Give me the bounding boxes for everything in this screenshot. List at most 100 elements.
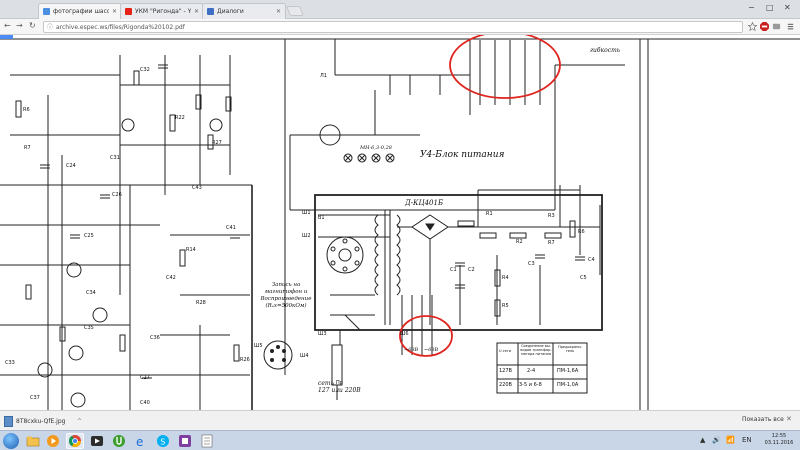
component-label: С2 [468,267,475,273]
clock-time: 12:55 [771,433,787,439]
component-label: В1 [318,215,325,221]
tray-overflow-icon[interactable]: ▲ [700,436,705,444]
component-label: С35 [84,325,94,331]
component-label: С3 [528,261,535,267]
torrent-taskbar-icon[interactable] [110,433,128,449]
browser-toolbar: ← → ↻ ⓘ archive.espec.ws/files/Rigonda%2… [0,19,800,35]
table-cell: 220В [499,382,512,388]
explorer-browser-taskbar-icon[interactable]: e [132,433,150,449]
component-label: Пр [336,380,343,386]
component-label: С31 [110,155,120,161]
component-label: R28 [196,300,206,306]
voltage-right: ~63В [424,347,439,353]
pdf-viewer[interactable]: У4-Блок питания Д-КЦ401Б МН-6,3-0,28 гиб… [0,35,800,410]
start-button[interactable] [3,433,19,449]
page-info-icon: ⓘ [47,24,54,31]
component-label: C24 [66,163,76,169]
component-label: С34 [86,290,96,296]
tab-label: УКМ "Ригонда" - YouTu… [135,8,191,15]
app-taskbar-icon[interactable] [176,433,194,449]
star-icon[interactable] [748,22,757,31]
tab-label: фотографии шасси ри… [53,8,109,15]
download-item[interactable]: 8T8cxku-QfE.jpg ^ [4,414,82,428]
chevron-up-icon[interactable]: ^ [77,418,82,425]
taskbar-clock[interactable]: 12:55 03.11.2016 [760,433,798,447]
component-label: С32 [140,67,150,73]
tab-favicon-icon [43,8,50,15]
youtube-favicon-icon [125,8,132,15]
abp-icon[interactable] [760,22,769,31]
table-cell: ПМ-1,6А [557,368,579,374]
transformer-table: U сети Соединение вы- водов трансфор- ма… [497,343,587,393]
network-icon[interactable]: 📶 [726,436,735,444]
document-taskbar-icon[interactable] [198,433,216,449]
voltage-left: ~63В [404,347,419,353]
new-tab-button[interactable] [286,6,304,16]
svg-text:S: S [160,438,165,447]
reload-icon[interactable]: ↻ [29,21,36,30]
component-label: R26 [240,357,250,363]
component-label: R7 [24,145,31,151]
tab-close-icon[interactable]: ✕ [276,8,281,15]
tab-close-icon[interactable]: ✕ [112,8,117,15]
table-header: Предохрани- тель [558,345,582,353]
address-text: archive.espec.ws/files/Rigonda%20102.pdf [56,24,185,31]
maximize-button[interactable]: □ [766,3,774,12]
component-label: Ш3 [318,331,327,337]
forward-arrow-icon[interactable]: → [16,21,23,30]
component-label: Ш1 [302,210,311,216]
table-cell: 127В [499,368,512,374]
table-cell: 3-5 и 6-8 [519,382,542,388]
explorer-taskbar-icon[interactable] [24,433,42,449]
record-note: Запись на магнитофон и Воспроизведение (… [260,282,312,309]
show-all-downloads-link[interactable]: Показать все [742,416,784,423]
clock-date: 03.11.2016 [764,440,794,446]
close-window-button[interactable]: ✕ [784,3,791,12]
desktop-screen: фотографии шасси ри… ✕ УКМ "Ригонда" - Y… [0,0,800,450]
component-label: С41 [226,225,236,231]
component-label: C26 [112,192,122,198]
svg-text:e: e [136,435,143,448]
top-right-label: гибкость [590,47,621,54]
component-label: R3 [548,213,555,219]
component-label: С36 [150,335,160,341]
component-label: С37 [30,395,40,401]
component-label: С43 [192,185,202,191]
language-indicator[interactable]: EN [742,436,752,444]
component-label: С5 [580,275,587,281]
schematic-drawing [0,35,800,410]
address-bar[interactable]: ⓘ archive.espec.ws/files/Rigonda%20102.p… [43,21,743,33]
back-arrow-icon[interactable]: ← [4,21,11,30]
volume-icon[interactable]: 🔊 [712,436,721,444]
component-label: R27 [212,140,222,146]
component-label: С42 [166,275,176,281]
skype-taskbar-icon[interactable]: S [154,433,172,449]
menu-icon[interactable] [786,22,795,31]
close-download-shelf-button[interactable]: ✕ [786,415,792,423]
tab-close-icon[interactable]: ✕ [194,8,199,15]
component-label: R2 [516,239,523,245]
download-shelf: 8T8cxku-QfE.jpg ^ Показать все ✕ [0,410,800,430]
vk-favicon-icon [207,8,214,15]
component-label: R6 [578,229,585,235]
component-label: R7 [548,240,555,246]
download-filename: 8T8cxku-QfE.jpg [16,417,66,425]
tab-youtube[interactable]: УКМ "Ригонда" - YouTu… ✕ [120,3,204,19]
component-label: R4 [502,275,509,281]
table-header: U сети [499,349,512,353]
media-player-taskbar-icon[interactable] [44,433,62,449]
extensions-icon[interactable] [772,22,781,31]
player-taskbar-icon[interactable] [88,433,106,449]
component-label: R5 [502,303,509,309]
tab-dialogs[interactable]: Диалоги ✕ [202,3,286,19]
minimize-button[interactable]: − [748,3,755,12]
table-cell: 2-4 [527,368,536,374]
tab-pdf-photos[interactable]: фотографии шасси ри… ✕ [38,3,122,19]
table-cell: ПМ-1,0А [557,382,579,388]
component-label: C25 [84,233,94,239]
component-label: R1 [486,211,493,217]
component-label: С4 [588,257,595,263]
component-label: C27 [140,375,150,381]
component-label: R22 [175,115,185,121]
chrome-taskbar-icon[interactable] [66,433,84,449]
